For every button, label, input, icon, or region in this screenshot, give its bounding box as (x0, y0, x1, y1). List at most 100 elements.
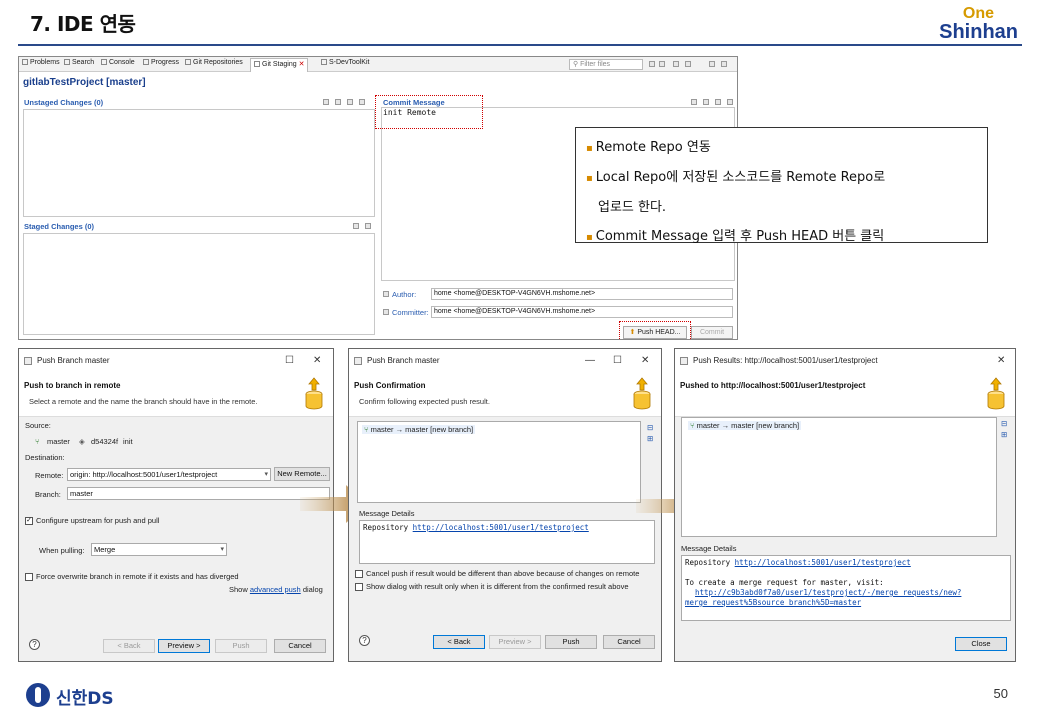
push-results-dialog: Push Results: http://localhost:5001/user… (674, 348, 1016, 662)
remote-select[interactable]: origin: http://localhost:5001/user1/test… (67, 468, 271, 481)
link-icon[interactable] (659, 61, 665, 67)
author-icon (383, 291, 389, 297)
tab-console[interactable]: Console (101, 59, 135, 66)
amend-icon[interactable] (691, 99, 697, 105)
message-details-area[interactable]: Repository http://localhost:5001/user1/t… (681, 555, 1011, 621)
push-result-tree[interactable]: ⑂ master → master [new branch] (681, 417, 997, 537)
view-menu-icon[interactable] (685, 61, 691, 67)
refresh-icon[interactable] (649, 61, 655, 67)
cancel-button[interactable]: Cancel (274, 639, 326, 653)
callout-line: 업로드 한다. (586, 193, 977, 222)
close-icon[interactable]: ✕ (299, 61, 305, 68)
stage-all-icon[interactable] (335, 99, 341, 105)
tab-s-devtoolkit[interactable]: S-DevToolKit (321, 59, 369, 66)
tab-problems[interactable]: Problems (22, 59, 60, 66)
devtoolkit-icon (321, 59, 327, 65)
branch-icon: ⑂ (364, 425, 371, 434)
stage-icon[interactable] (323, 99, 329, 105)
commit-button[interactable]: Commit (691, 326, 733, 339)
merge-request-text: To create a merge request for master, vi… (685, 578, 884, 587)
sort-icon[interactable] (359, 99, 365, 105)
bullet-icon: ▪ (586, 143, 593, 154)
show-dialog-label: Show dialog with result only when it is … (366, 582, 629, 591)
close-icon[interactable]: ✕ (641, 349, 649, 373)
presentation-icon[interactable] (673, 61, 679, 67)
cancel-push-checkbox[interactable] (355, 570, 363, 578)
repository-line: Repository http://localhost:5001/user1/t… (685, 558, 1007, 568)
preview-button[interactable]: Preview > (489, 635, 541, 649)
back-button[interactable]: < Back (433, 635, 485, 649)
tab-git-repositories[interactable]: Git Repositories (185, 59, 243, 66)
tab-git-staging[interactable]: Git Staging ✕ (250, 58, 309, 72)
callout-text: Commit Message 입력 후 Push HEAD 버튼 클릭 (595, 229, 885, 244)
source-message: init (123, 437, 133, 446)
minimize-icon[interactable]: — (585, 349, 595, 373)
push-settings-icon[interactable] (727, 99, 733, 105)
tab-progress[interactable]: Progress (143, 59, 179, 66)
committer-field[interactable]: home <home@DESKTOP-V4GN6VH.mshome.net> (431, 306, 733, 318)
repository-link[interactable]: http://localhost:5001/user1/testproject (735, 558, 911, 567)
branch-input[interactable]: master (67, 487, 330, 500)
title-divider (18, 44, 1022, 46)
help-icon[interactable]: ? (359, 635, 370, 646)
preview-button[interactable]: Preview > (158, 639, 210, 653)
configure-upstream-checkbox[interactable]: ✓ (25, 517, 33, 525)
push-button[interactable]: Push (545, 635, 597, 649)
dialog-titlebar: Push Branch master — ☐ ✕ (349, 349, 661, 373)
advanced-push-link[interactable]: advanced push (250, 585, 301, 594)
dialog-header: Push Confirmation Confirm following expe… (349, 373, 661, 417)
remote-value: origin: http://localhost:5001/user1/test… (70, 470, 218, 479)
push-button[interactable]: Push (215, 639, 267, 653)
new-remote-button[interactable]: New Remote... (274, 467, 330, 481)
result-tree-item[interactable]: ⑂ master → master [new branch] (688, 421, 802, 430)
force-overwrite-checkbox[interactable] (25, 573, 33, 581)
when-pulling-select[interactable]: Merge ▾ (91, 543, 227, 556)
callout-line: ▪ Local Repo에 저장된 소스코드를 Remote Repo로 (586, 163, 977, 193)
unstage-all-icon[interactable] (365, 223, 371, 229)
expand-all-icon[interactable]: ⊞ (647, 434, 653, 443)
merge-request-url-line: http://c9b3abd0f7a0/user1/testproject/-/… (685, 588, 1007, 598)
brand-logo: One Shinhan (939, 6, 1018, 43)
merge-request-link[interactable]: http://c9b3abd0f7a0/user1/testproject/-/… (695, 588, 961, 597)
push-result-tree[interactable]: ⑂ master → master [new branch] (357, 421, 641, 503)
filter-files-input[interactable]: ⚲ Filter files (569, 59, 643, 70)
merge-request-link[interactable]: merge_request%5Bsource_branch%5D=master (685, 598, 861, 607)
unstage-icon[interactable] (353, 223, 359, 229)
eclipse-icon (354, 357, 362, 365)
cancel-button[interactable]: Cancel (603, 635, 655, 649)
close-button[interactable]: Close (955, 637, 1007, 651)
callout-text: 업로드 한다. (598, 200, 667, 215)
show-dialog-checkbox[interactable] (355, 583, 363, 591)
branch-icon: ⑂ (690, 421, 697, 430)
dialog-body: Source: ⑂ master ◈ d54324f init Destinat… (19, 417, 333, 661)
progress-icon (143, 59, 149, 65)
staged-changes-list[interactable] (23, 233, 375, 335)
collapse-all-icon[interactable]: ⊟ (647, 423, 653, 432)
maximize-icon[interactable] (721, 61, 727, 67)
collapse-all-icon[interactable]: ⊟ (1001, 419, 1007, 428)
help-icon[interactable]: ? (29, 639, 40, 650)
result-tree-item[interactable]: ⑂ master → master [new branch] (362, 425, 476, 434)
push-confirmation-dialog: Push Branch master — ☐ ✕ Push Confirmati… (348, 348, 662, 662)
close-icon[interactable]: ✕ (997, 349, 1005, 373)
close-icon[interactable]: ✕ (313, 349, 321, 373)
maximize-icon[interactable]: ☐ (285, 349, 294, 373)
message-details-area[interactable]: Repository http://localhost:5001/user1/t… (359, 520, 655, 564)
tab-search[interactable]: Search (64, 59, 94, 66)
instruction-callout: ▪ Remote Repo 연동 ▪ Local Repo에 저장된 소스코드를 R… (575, 127, 988, 244)
expand-all-icon[interactable]: ⊞ (1001, 430, 1007, 439)
list-view-icon[interactable] (347, 99, 353, 105)
author-field[interactable]: home <home@DESKTOP-V4GN6VH.mshome.net> (431, 288, 733, 300)
unstaged-changes-list[interactable] (23, 109, 375, 217)
back-button[interactable]: < Back (103, 639, 155, 653)
minimize-icon[interactable] (709, 61, 715, 67)
maximize-icon[interactable]: ☐ (613, 349, 622, 373)
change-id-icon[interactable] (715, 99, 721, 105)
eclipse-icon (680, 357, 688, 365)
dialog-header: Push to branch in remote Select a remote… (19, 373, 333, 417)
remote-label: Remote: (35, 471, 64, 480)
signoff-icon[interactable] (703, 99, 709, 105)
dialog-titlebar: Push Results: http://localhost:5001/user… (675, 349, 1015, 373)
console-icon (101, 59, 107, 65)
repository-link[interactable]: http://localhost:5001/user1/testproject (413, 523, 589, 532)
